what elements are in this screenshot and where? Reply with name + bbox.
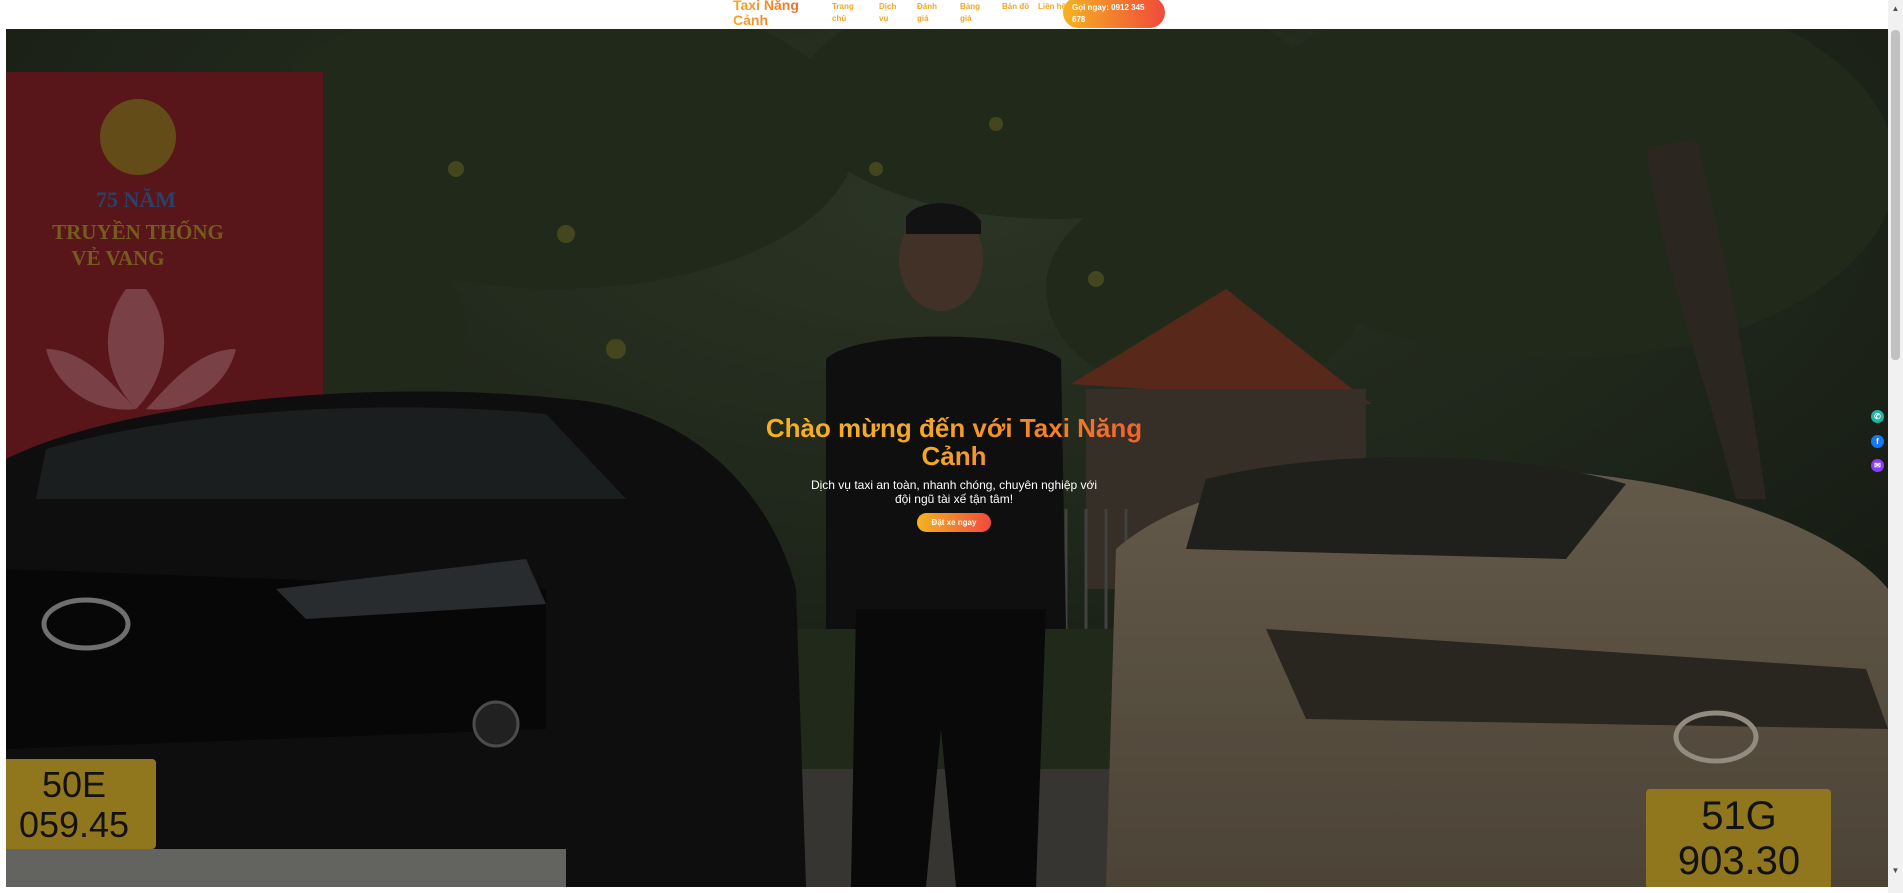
scroll-down-arrow-icon[interactable]: ▼	[1891, 866, 1900, 875]
nav-item-map[interactable]: Bản đồ	[1002, 1, 1030, 13]
nav-item-services[interactable]: Dịch vụ	[879, 1, 907, 25]
site-header: Taxi Năng Cảnh Trang chủ Dịch vụ Đánh gi…	[0, 0, 1888, 29]
scroll-up-arrow-icon[interactable]: ▲	[1891, 4, 1900, 13]
hero-subtitle: Dịch vụ taxi an toàn, nhanh chóng, chuyê…	[810, 478, 1098, 506]
book-now-button[interactable]: Đặt xe ngay	[916, 513, 992, 532]
nav-item-pricing[interactable]: Bảng giá	[960, 1, 988, 25]
nav-item-home[interactable]: Trang chủ	[832, 1, 860, 25]
brand-logo-text[interactable]: Taxi Năng Cảnh	[733, 0, 803, 28]
hero-content: Chào mừng đến với Taxi Năng Cảnh Dịch vụ…	[742, 414, 1166, 532]
scrollbar-thumb[interactable]	[1891, 30, 1900, 360]
hero-title: Chào mừng đến với Taxi Năng Cảnh	[742, 414, 1166, 470]
call-now-button[interactable]: Gọi ngay: 0912 345 678	[1063, 0, 1165, 28]
phone-icon[interactable]: ✆	[1871, 410, 1884, 423]
hero-section: 75 NĂM TRUYỀN THỐNG VẺ VANG 50E 059.45 5…	[6, 29, 1888, 887]
nav-item-contact[interactable]: Liên hệ	[1038, 1, 1066, 13]
facebook-icon[interactable]: f	[1871, 435, 1884, 448]
messenger-icon[interactable]: ✉	[1871, 459, 1884, 472]
nav-item-reviews[interactable]: Đánh giá	[917, 1, 945, 25]
